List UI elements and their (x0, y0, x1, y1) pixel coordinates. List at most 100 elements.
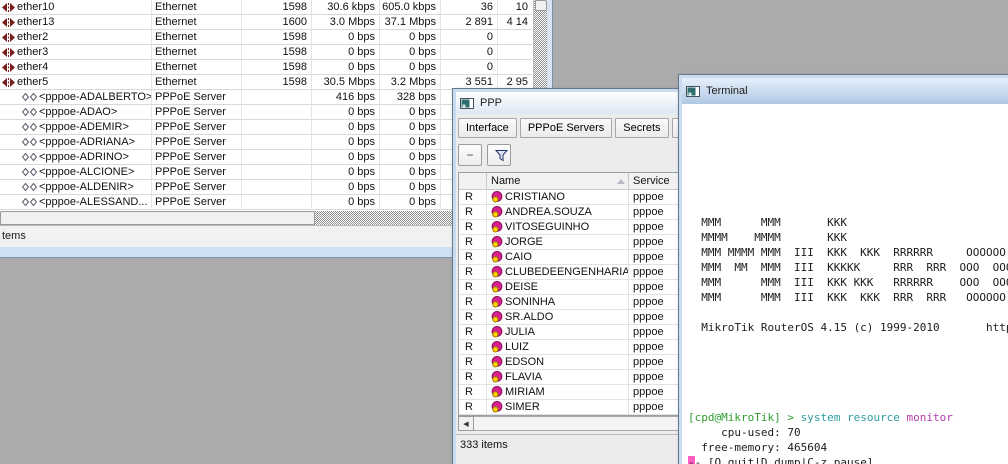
interface-name: ether3 (17, 45, 48, 59)
name-column-header[interactable]: Name (487, 173, 629, 190)
tab-interface[interactable]: Interface (458, 118, 517, 138)
ppp-service: pppoe (629, 370, 684, 385)
ppp-secret-row[interactable]: R LUIZ pppoe (459, 340, 684, 355)
ethernet-interface-icon (2, 48, 15, 57)
ppp-user-name: CRISTIANO (505, 190, 565, 204)
interface-items-count: tems (2, 230, 26, 242)
vertical-scrollbar-thumb[interactable] (535, 0, 547, 11)
terminal-title-bar[interactable]: Terminal (682, 78, 1008, 104)
pppoe-server-icon (22, 138, 37, 146)
service-column-header[interactable]: Service (629, 173, 684, 190)
ppp-user-name: EDSON (505, 355, 544, 369)
ppp-title-bar[interactable]: PPP (456, 92, 684, 114)
interface-type: Ethernet (152, 0, 242, 15)
ppp-secret-row[interactable]: R FLAVIA pppoe (459, 370, 684, 385)
horizontal-scrollbar-thumb[interactable] (0, 211, 315, 225)
ppp-table-header: Name Service (459, 173, 684, 190)
interface-tx-rate: 0 bps (312, 135, 380, 150)
ppp-secret-row[interactable]: R JULIA pppoe (459, 325, 684, 340)
interface-row[interactable]: ether3 Ethernet 1598 0 bps 0 bps 0 (0, 45, 532, 60)
ppp-status-bar: 333 items (456, 434, 684, 456)
interface-name: ether2 (17, 30, 48, 44)
pppoe-server-icon (22, 183, 37, 191)
interface-rx-rate: 0 bps (380, 120, 441, 135)
interface-rx-rate: 0 bps (380, 60, 441, 75)
interface-name: ether4 (17, 60, 48, 74)
ppp-secret-row[interactable]: R EDSON pppoe (459, 355, 684, 370)
terminal-line: MikroTik RouterOS 4.15 (c) 1999-2010 htt… (688, 320, 1008, 335)
ppp-service: pppoe (629, 235, 684, 250)
interface-type: PPPoE Server (152, 135, 242, 150)
interface-rx-rate: 0 bps (380, 195, 441, 210)
ppp-window-client: Interface PPPoE Servers Secrets Profiles… (456, 114, 684, 464)
interface-mtu: 1598 (242, 0, 312, 15)
ppp-secret-row[interactable]: R CRISTIANO pppoe (459, 190, 684, 205)
interface-row[interactable]: ether4 Ethernet 1598 0 bps 0 bps 0 (0, 60, 532, 75)
ppp-user-name: JULIA (505, 325, 535, 339)
terminal-output[interactable]: MMM MMM KKK MMMM MMMM KKK MMM MMMM MMM I… (682, 104, 1008, 464)
terminal-line: MMM MMM III KKK KKK RRRRRR OOO OOO (688, 275, 1008, 290)
ppp-secret-row[interactable]: R JORGE pppoe (459, 235, 684, 250)
ppp-secret-row[interactable]: R SIMER pppoe (459, 400, 684, 415)
terminal-line: free-memory: 465604 (688, 440, 1008, 455)
interface-rx-rate: 605.0 kbps (380, 0, 441, 15)
ppp-secret-row[interactable]: R CAIO pppoe (459, 250, 684, 265)
pppoe-server-icon (22, 108, 37, 116)
ppp-secret-row[interactable]: R VITOSEGUINHO pppoe (459, 220, 684, 235)
pppoe-server-icon (22, 198, 37, 206)
pppoe-server-icon (22, 153, 37, 161)
flag-column-header[interactable] (459, 173, 487, 190)
interface-name: <pppoe-ADEMIR> (39, 120, 129, 134)
winbox-mdi-background: ether10 Ethernet 1598 30.6 kbps 605.0 kb… (0, 0, 1008, 464)
interface-tx-rate: 3.0 Mbps (312, 15, 380, 30)
ppp-secret-row[interactable]: R MIRIAM pppoe (459, 385, 684, 400)
ppp-secret-row[interactable]: R SONINHA pppoe (459, 295, 684, 310)
interface-rx-rate: 3.2 Mbps (380, 75, 441, 90)
interface-type: Ethernet (152, 45, 242, 60)
ppp-toolbar: − (456, 140, 684, 170)
interface-rx-rate: 0 bps (380, 180, 441, 195)
ppp-user-name: FLAVIA (505, 370, 542, 384)
ppp-user-icon (491, 236, 503, 248)
ppp-user-name: ANDREA.SOUZA (505, 205, 592, 219)
ppp-secret-row[interactable]: R CLUBEDEENGENHARIA pppoe (459, 265, 684, 280)
interface-type: PPPoE Server (152, 165, 242, 180)
ppp-user-icon (491, 281, 503, 293)
ppp-service: pppoe (629, 355, 684, 370)
ppp-window-title: PPP (480, 97, 502, 109)
interface-rx-rate: 0 bps (380, 165, 441, 180)
interface-row[interactable]: ether10 Ethernet 1598 30.6 kbps 605.0 kb… (0, 0, 532, 15)
remove-button[interactable]: − (458, 144, 482, 166)
ppp-flag: R (459, 190, 487, 205)
ppp-service: pppoe (629, 385, 684, 400)
filter-funnel-icon (495, 149, 508, 162)
ppp-user-name: LUIZ (505, 340, 529, 354)
window-icon (460, 98, 474, 109)
interface-mtu (242, 180, 312, 195)
ppp-scrollbar-thumb[interactable] (474, 416, 684, 431)
scroll-left-button[interactable]: ◀ (458, 416, 474, 431)
interface-rx-packets (498, 45, 532, 60)
interface-tx-packets: 36 (441, 0, 498, 15)
ppp-tab-bar: Interface PPPoE Servers Secrets Profiles (456, 114, 684, 140)
filter-button[interactable] (487, 144, 511, 166)
ppp-secret-row[interactable]: R DEISE pppoe (459, 280, 684, 295)
ppp-user-name: VITOSEGUINHO (505, 220, 589, 234)
ppp-flag: R (459, 295, 487, 310)
interface-type: Ethernet (152, 60, 242, 75)
interface-tx-packets: 0 (441, 45, 498, 60)
ppp-secret-row[interactable]: R SR.ALDO pppoe (459, 310, 684, 325)
tab-secrets[interactable]: Secrets (615, 118, 668, 138)
interface-name: ether5 (17, 75, 48, 89)
ppp-user-icon (491, 356, 503, 368)
tab-pppoe-servers[interactable]: PPPoE Servers (520, 118, 612, 138)
ppp-user-icon (491, 326, 503, 338)
interface-row[interactable]: ether13 Ethernet 1600 3.0 Mbps 37.1 Mbps… (0, 15, 532, 30)
ethernet-interface-icon (2, 3, 15, 12)
terminal-line (688, 185, 1008, 200)
ppp-secret-row[interactable]: R ANDREA.SOUZA pppoe (459, 205, 684, 220)
interface-tx-packets: 0 (441, 30, 498, 45)
interface-row[interactable]: ether2 Ethernet 1598 0 bps 0 bps 0 (0, 30, 532, 45)
terminal-line (688, 380, 1008, 395)
terminal-line: MMMM MMMM KKK (688, 230, 1008, 245)
